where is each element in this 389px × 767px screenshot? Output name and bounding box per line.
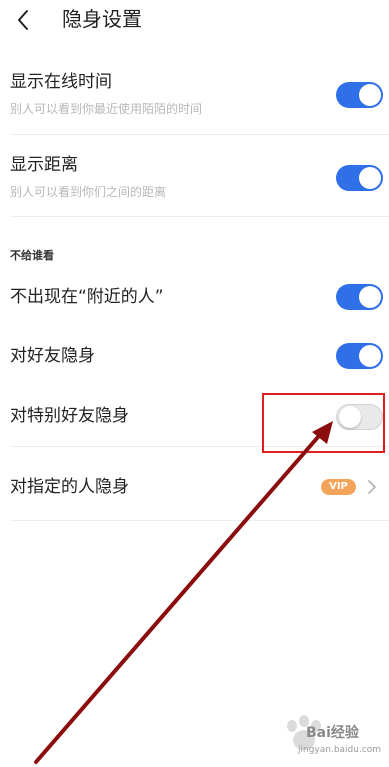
hide-item-title: 对特别好友隐身 <box>10 406 129 426</box>
friends-toggle[interactable] <box>336 343 383 369</box>
setting-description: 别人可以看到你们之间的距离 <box>10 185 167 199</box>
hide-row-nearby: 不出现在“附近的人” <box>10 286 389 310</box>
distance-toggle[interactable] <box>336 165 383 191</box>
toggle-knob <box>359 167 381 189</box>
toggle-knob <box>359 345 381 367</box>
online-time-toggle[interactable] <box>336 82 383 108</box>
hide-item-title: 不出现在“附近的人” <box>10 287 164 307</box>
setting-title: 显示距离 <box>10 155 78 175</box>
toggle-knob <box>359 84 381 106</box>
highlight-box <box>262 393 385 453</box>
chevron-right-icon <box>368 480 376 494</box>
vip-badge: VIP <box>321 479 356 495</box>
setting-row-online-time: 显示在线时间 别人可以看到你最近使用陌陌的时间 <box>10 70 389 125</box>
toggle-knob <box>359 286 381 308</box>
watermark-url: jingyan.baidu.com <box>298 745 382 755</box>
setting-row-distance: 显示距离 别人可以看到你们之间的距离 <box>10 153 389 208</box>
page-title: 隐身设置 <box>62 7 142 31</box>
setting-description: 别人可以看到你最近使用陌陌的时间 <box>10 102 203 116</box>
top-bar: 隐身设置 <box>0 0 389 44</box>
hide-item-title: 对好友隐身 <box>10 346 95 366</box>
hide-item-title: 对指定的人隐身 <box>10 477 129 497</box>
setting-title: 显示在线时间 <box>10 72 112 92</box>
divider <box>10 520 389 521</box>
back-button[interactable] <box>12 8 36 32</box>
watermark-brand: Bai经验 <box>306 725 359 741</box>
nearby-toggle[interactable] <box>336 284 383 310</box>
section-header: 不给谁看 <box>10 249 54 262</box>
divider <box>10 216 389 217</box>
hide-row-friends: 对好友隐身 <box>10 345 389 369</box>
chevron-left-icon <box>18 10 28 30</box>
divider <box>10 134 389 135</box>
